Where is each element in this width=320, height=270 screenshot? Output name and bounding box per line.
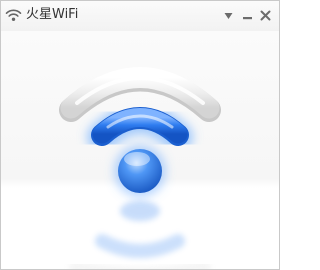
wifi-signal-icon bbox=[59, 67, 221, 269]
minimize-icon bbox=[243, 17, 252, 20]
wifi-icon bbox=[5, 7, 22, 21]
title-bar[interactable]: 火星WiFi bbox=[1, 1, 279, 31]
app-window: 火星WiFi bbox=[0, 0, 280, 270]
menu-button[interactable] bbox=[222, 9, 235, 22]
close-button[interactable] bbox=[259, 9, 272, 22]
minimize-button[interactable] bbox=[241, 9, 254, 22]
window-title: 火星WiFi bbox=[26, 7, 79, 22]
chevron-down-icon bbox=[224, 13, 233, 19]
wifi-signal-graphic[interactable] bbox=[1, 31, 279, 269]
main-content bbox=[1, 31, 279, 269]
close-icon bbox=[260, 10, 271, 21]
